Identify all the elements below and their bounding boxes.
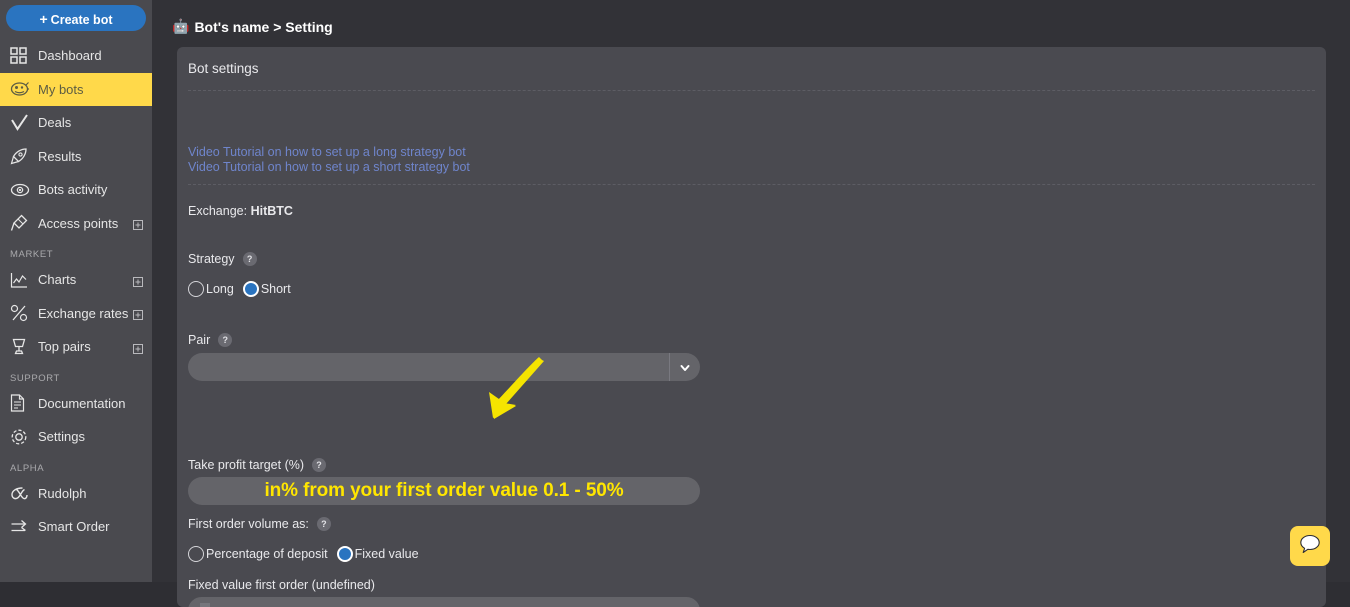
document-icon [10, 393, 32, 413]
strategy-radio-group: Long Short [188, 281, 291, 297]
pair-select-divider [669, 353, 670, 381]
bot-settings-panel: Bot settings Video Tutorial on how to se… [177, 47, 1326, 607]
divider-bottom [188, 184, 1315, 185]
radio-long-label: Long [206, 282, 234, 296]
robot-icon: 🤖 [172, 18, 190, 34]
sidebar-item-settings[interactable]: Settings [0, 420, 152, 454]
sidebar-section-support: SUPPORT [10, 372, 60, 384]
sidebar-item-label: Top pairs [38, 339, 91, 355]
take-profit-label: Take profit target (%) [188, 458, 305, 472]
sidebar-item-deals[interactable]: Deals [0, 106, 152, 140]
divider-top [188, 90, 1315, 91]
radio-short[interactable] [242, 281, 259, 297]
bot-face-icon [10, 79, 32, 99]
expand-icon[interactable] [133, 275, 143, 287]
create-bot-label: Create bot [50, 13, 113, 27]
rocket-icon [10, 146, 32, 166]
take-profit-input[interactable] [188, 477, 700, 505]
sidebar-item-dashboard[interactable]: Dashboard [0, 39, 152, 73]
strategy-help-icon[interactable]: ? [242, 252, 257, 266]
radio-fixed-value[interactable] [336, 546, 353, 562]
sidebar-item-label: Deals [38, 115, 72, 131]
take-profit-help-icon[interactable]: ? [312, 458, 327, 472]
exchange-label: Exchange: [188, 204, 248, 218]
sidebar-item-my-bots[interactable]: My bots [0, 72, 152, 106]
chat-widget-button[interactable] [1290, 526, 1330, 566]
line-chart-icon [10, 270, 32, 290]
sidebar-item-label: Bots activity [38, 182, 108, 198]
gear-icon [10, 427, 32, 447]
expand-icon[interactable] [133, 342, 143, 354]
sidebar-item-label: Documentation [38, 395, 126, 411]
sidebar-item-label: Smart Order [38, 519, 110, 535]
sidebar-item-rudolph[interactable]: Rudolph [0, 477, 152, 511]
text-caret [200, 603, 210, 607]
sidebar-item-label: Access points [38, 215, 119, 231]
percent-icon [10, 303, 32, 323]
radio-long[interactable] [188, 281, 204, 297]
pair-help-icon[interactable]: ? [218, 333, 233, 347]
sidebar-item-label: Settings [38, 429, 85, 445]
breadcrumb-text: Bot's name > Setting [194, 18, 333, 35]
strategy-label-row: Strategy ? [188, 252, 257, 266]
fixed-value-first-order-input[interactable] [188, 597, 700, 607]
grid-icon [10, 46, 32, 66]
first-order-volume-label: First order volume as: [188, 517, 309, 531]
create-bot-button[interactable]: + Create bot [6, 5, 146, 31]
breadcrumb: 🤖 Bot's name > Setting [172, 18, 333, 35]
first-order-volume-label-row: First order volume as: ? [188, 517, 331, 531]
arrows-icon [10, 517, 32, 537]
tutorial-link-long[interactable]: Video Tutorial on how to set up a long s… [188, 145, 466, 159]
sidebar-item-smart-order[interactable]: Smart Order [0, 510, 152, 544]
chevron-down-icon[interactable] [679, 361, 691, 373]
fixed-value-first-order-label: Fixed value first order (undefined) [188, 578, 375, 592]
eye-icon [10, 180, 32, 200]
sidebar-item-label: Results [38, 148, 82, 164]
tutorial-link-short[interactable]: Video Tutorial on how to set up a short … [188, 160, 470, 174]
sidebar-item-label: Rudolph [38, 485, 87, 501]
sidebar-section-market: MARKET [10, 249, 54, 260]
exchange-row: Exchange: HitBTC [188, 204, 293, 218]
first-order-volume-help-icon[interactable]: ? [316, 517, 331, 531]
sidebar-item-charts[interactable]: Charts [0, 263, 152, 297]
first-order-volume-radio-group: Percentage of deposit Fixed value [188, 546, 419, 562]
exchange-value: HitBTC [250, 204, 293, 218]
sidebar-item-exchange-rates[interactable]: Exchange rates [0, 297, 152, 331]
pair-label: Pair [188, 333, 211, 347]
expand-icon[interactable] [133, 218, 143, 231]
radio-percentage-of-deposit-label: Percentage of deposit [206, 547, 328, 561]
sidebar-item-bots-activity[interactable]: Bots activity [0, 173, 152, 207]
radio-percentage-of-deposit[interactable] [188, 546, 204, 562]
chat-bubble-icon [1298, 532, 1322, 561]
radio-short-label: Short [260, 282, 291, 296]
plug-icon [10, 213, 32, 233]
sidebar-item-label: Exchange rates [38, 305, 129, 321]
sidebar: + Create bot Dashboard My bots Deals Resu… [0, 0, 152, 582]
check-icon [10, 113, 32, 133]
sidebar-item-documentation[interactable]: Documentation [0, 387, 152, 421]
sidebar-item-top-pairs[interactable]: Top pairs [0, 330, 152, 364]
sidebar-item-label: My bots [38, 81, 84, 97]
radio-fixed-value-label: Fixed value [354, 547, 419, 561]
alpha-icon [10, 483, 32, 503]
pair-label-row: Pair ? [188, 333, 233, 347]
sidebar-item-label: Dashboard [38, 48, 102, 64]
sidebar-item-label: Charts [38, 272, 77, 288]
expand-icon[interactable] [133, 308, 143, 321]
strategy-label: Strategy [188, 252, 235, 266]
sidebar-item-results[interactable]: Results [0, 140, 152, 174]
trophy-icon [10, 337, 32, 357]
pair-select[interactable] [188, 353, 700, 381]
main-content: 🤖 Bot's name > Setting Bot settings Vide… [152, 0, 1350, 607]
sidebar-section-alpha: ALPHA [10, 462, 45, 474]
plus-icon: + [39, 11, 48, 27]
panel-title: Bot settings [188, 61, 259, 76]
take-profit-label-row: Take profit target (%) ? [188, 458, 327, 472]
sidebar-item-access-points[interactable]: Access points [0, 207, 152, 241]
